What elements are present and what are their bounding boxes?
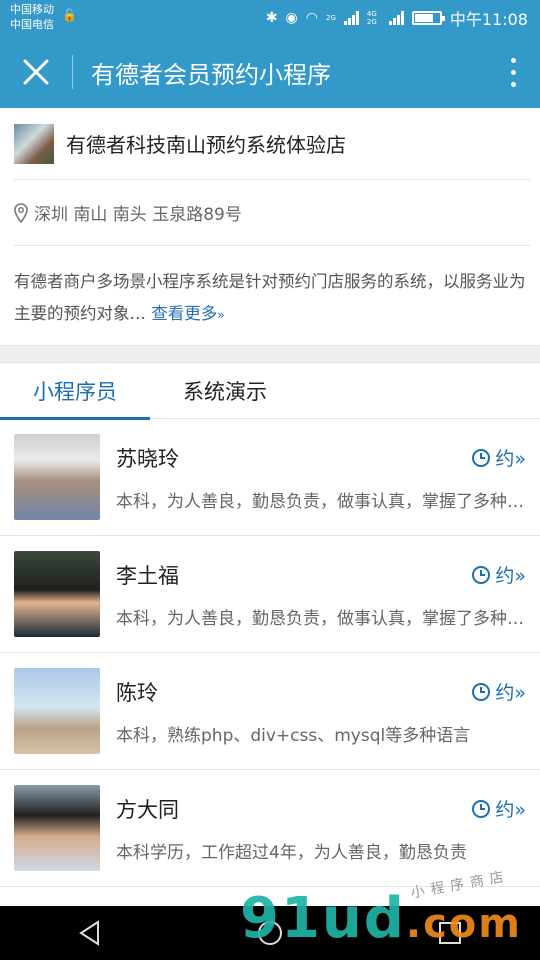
close-button[interactable] (0, 36, 72, 108)
tab-programmers[interactable]: 小程序员 (0, 363, 150, 420)
list-item[interactable]: 李土福 约» 本科，为人善良，勤恳负责，做事认真，掌握了多种开发语言 (0, 536, 540, 653)
title-divider (72, 55, 73, 89)
staff-top: 李土福 约» (116, 560, 526, 590)
book-label: 约» (495, 565, 526, 587)
clock-time: 中午11:08 (449, 10, 528, 29)
status-bar: 中国移动 中国电信 🔓 ✱ ◉ ◠ 2G 4G 2G 中午11:08 (0, 0, 540, 36)
dot-icon (510, 57, 516, 63)
back-button[interactable] (60, 906, 120, 960)
page-title: 有德者会员预约小程序 (91, 60, 331, 89)
status-icons: ✱ ◉ ◠ 2G 4G 2G 中午11:08 (266, 6, 528, 30)
network-type-1: 2G (325, 14, 336, 22)
wifi-icon: ◠ (305, 10, 318, 26)
shop-section: 有德者科技南山预约系统体验店 深圳 南山 南头 玉泉路89号 有德者商户多场景小… (0, 108, 540, 345)
signal-icon (343, 11, 359, 25)
shop-name: 有德者科技南山预约系统体验店 (66, 133, 346, 157)
staff-top: 陈玲 约» (116, 677, 526, 707)
see-more-label: 查看更多 (151, 304, 218, 323)
avatar (14, 434, 100, 520)
staff-desc: 本科，为人善良，勤恳负责，做事认真，掌握了多种开发语言 (116, 491, 526, 512)
eye-icon: ◉ (285, 10, 298, 26)
list-item[interactable]: 方大同 约» 本科学历，工作超过4年，为人善良，勤恳负责 (0, 770, 540, 887)
lock-icon: 🔓 (62, 8, 77, 22)
book-label: 约» (495, 799, 526, 821)
staff-name: 方大同 (116, 797, 179, 822)
chevron-down-icon: » (217, 308, 225, 322)
app-frame: 中国移动 中国电信 🔓 ✱ ◉ ◠ 2G 4G 2G 中午11:08 有德者会员… (0, 0, 540, 960)
book-button[interactable]: 约» (471, 561, 526, 588)
book-label: 约» (495, 682, 526, 704)
shop-description: 有德者商户多场景小程序系统是针对预约门店服务的系统，以服务业为主要的预约对象… (14, 272, 526, 323)
dot-icon (510, 81, 516, 87)
section-gap (0, 345, 540, 363)
staff-list: 苏晓玲 约» 本科，为人善良，勤恳负责，做事认真，掌握了多种开发语言 李土福 约… (0, 419, 540, 887)
clock-icon (472, 682, 491, 701)
back-triangle-icon (79, 920, 99, 946)
watermark-suffix: .com (405, 901, 522, 947)
staff-desc: 本科，熟练php、div+css、mysql等多种语言 (116, 725, 471, 746)
staff-info: 苏晓玲 约» 本科，为人善良，勤恳负责，做事认真，掌握了多种开发语言 (116, 443, 526, 512)
avatar (14, 551, 100, 637)
avatar (14, 785, 100, 871)
avatar (14, 668, 100, 754)
list-item[interactable]: 陈玲 约» 本科，熟练php、div+css、mysql等多种语言 (0, 653, 540, 770)
staff-name: 苏晓玲 (116, 446, 179, 471)
staff-name: 李土福 (116, 563, 179, 588)
staff-desc: 本科，为人善良，勤恳负责，做事认真，掌握了多种开发语言 (116, 608, 526, 629)
close-icon (23, 59, 49, 85)
book-button[interactable]: 约» (471, 795, 526, 822)
shop-logo (14, 123, 54, 164)
clock-icon (472, 565, 491, 584)
clock-icon (472, 799, 491, 818)
watermark-logo: 91ud.com (240, 886, 522, 951)
signal-icon-2 (388, 11, 404, 25)
staff-desc: 本科学历，工作超过4年，为人善良，勤恳负责 (116, 842, 467, 863)
staff-top: 方大同 约» (116, 794, 526, 824)
clock-icon (472, 448, 491, 467)
carrier-2: 中国电信 (10, 18, 54, 31)
see-more-link[interactable]: 查看更多» (151, 304, 224, 323)
carrier-1: 中国移动 (10, 3, 54, 16)
battery-icon (411, 11, 445, 25)
staff-info: 李土福 约» 本科，为人善良，勤恳负责，做事认真，掌握了多种开发语言 (116, 560, 526, 629)
dot-icon (510, 69, 516, 75)
network-type-2: 4G 2G (366, 10, 377, 26)
tab-demo[interactable]: 系统演示 (150, 363, 300, 419)
staff-info: 方大同 约» 本科学历，工作超过4年，为人善良，勤恳负责 (116, 794, 526, 863)
title-bar: 有德者会员预约小程序 (0, 36, 540, 108)
shop-description-block: 有德者商户多场景小程序系统是针对预约门店服务的系统，以服务业为主要的预约对象… … (14, 246, 530, 345)
list-item[interactable]: 苏晓玲 约» 本科，为人善良，勤恳负责，做事认真，掌握了多种开发语言 (0, 419, 540, 536)
shop-address: 深圳 南山 南头 玉泉路89号 (34, 205, 242, 225)
shop-header[interactable]: 有德者科技南山预约系统体验店 (14, 108, 530, 180)
book-label: 约» (495, 448, 526, 470)
staff-top: 苏晓玲 约» (116, 443, 526, 473)
book-button[interactable]: 约» (471, 444, 526, 471)
bluetooth-icon: ✱ (265, 10, 278, 26)
location-pin-icon (14, 202, 28, 223)
carrier-info: 中国移动 中国电信 (10, 2, 54, 32)
staff-info: 陈玲 约» 本科，熟练php、div+css、mysql等多种语言 (116, 677, 526, 746)
book-button[interactable]: 约» (471, 678, 526, 705)
tab-bar: 小程序员 系统演示 (0, 363, 540, 420)
more-menu-button[interactable] (486, 36, 540, 108)
watermark-main: 91ud (240, 886, 406, 951)
shop-address-row[interactable]: 深圳 南山 南头 玉泉路89号 (14, 180, 530, 246)
staff-name: 陈玲 (116, 680, 158, 705)
